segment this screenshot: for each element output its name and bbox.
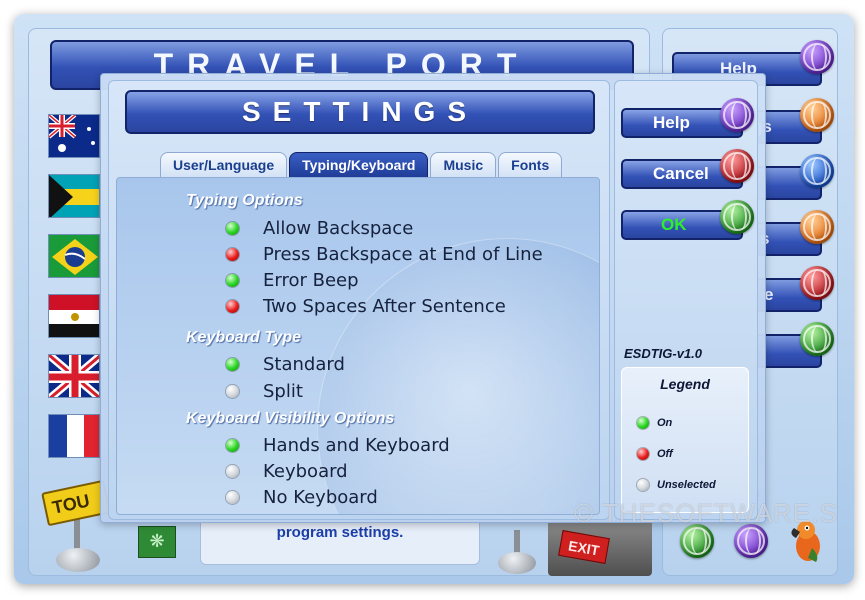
bahamas-flag-icon[interactable]: [48, 174, 100, 218]
seal-icon[interactable]: ❋: [138, 526, 176, 558]
option-label: Error Beep: [263, 269, 359, 291]
brazil-flag-icon[interactable]: [48, 234, 100, 278]
settings-title: SETTINGS: [125, 90, 595, 134]
legend-label: Off: [657, 448, 673, 460]
red-globe-icon[interactable]: [720, 149, 754, 183]
option-label: Press Backspace at End of Line: [263, 243, 543, 265]
option-label: Standard: [263, 353, 345, 375]
status-on-icon: [637, 417, 649, 429]
egypt-flag-icon[interactable]: [48, 294, 100, 338]
option-backspace-end-of-line[interactable]: Press Backspace at End of Line: [226, 243, 543, 265]
legend-off: Off: [637, 448, 673, 460]
option-keyboard[interactable]: Keyboard: [226, 460, 348, 482]
watermark: © THESOFTWARE.S: [574, 498, 838, 528]
status-unselected-icon[interactable]: [226, 384, 239, 398]
australia-flag-icon[interactable]: [48, 114, 100, 158]
status-unselected-icon: [637, 479, 649, 491]
status-on-icon[interactable]: [226, 273, 239, 287]
purple-globe-icon[interactable]: [720, 98, 754, 132]
status-on-icon[interactable]: [226, 221, 239, 235]
orange-globe-icon: [800, 98, 834, 132]
option-label: No Keyboard: [263, 486, 378, 508]
option-hands-and-keyboard[interactable]: Hands and Keyboard: [226, 434, 450, 456]
tour-sign-base: [56, 548, 100, 572]
legend-on: On: [637, 417, 672, 429]
bg-info-text: program settings.: [276, 524, 404, 541]
sign-base: [498, 552, 536, 574]
status-on-icon[interactable]: [226, 438, 239, 452]
tab-music[interactable]: Music: [430, 152, 497, 178]
tab-user-language[interactable]: User/Language: [160, 152, 288, 178]
option-label: Keyboard: [263, 460, 348, 482]
keyboard-visibility-heading: Keyboard Visibility Options: [186, 410, 395, 427]
settings-tabs: User/Language Typing/Keyboard Music Font…: [160, 152, 563, 178]
keyboard-type-heading: Keyboard Type: [186, 329, 301, 346]
france-flag-icon[interactable]: [48, 414, 100, 458]
orange-globe-icon-2: [800, 210, 834, 244]
status-off-icon: [637, 448, 649, 460]
option-error-beep[interactable]: Error Beep: [226, 269, 359, 291]
status-off-icon[interactable]: [226, 247, 239, 261]
option-label: Allow Backspace: [263, 217, 414, 239]
legend-title: Legend: [660, 376, 710, 392]
blue-globe-icon: [800, 154, 834, 188]
legend-label: Unselected: [657, 479, 716, 491]
tab-fonts[interactable]: Fonts: [498, 152, 563, 178]
green-globe-icon[interactable]: [720, 200, 754, 234]
option-allow-backspace[interactable]: Allow Backspace: [226, 217, 413, 239]
option-label: Two Spaces After Sentence: [263, 295, 506, 317]
option-label: Hands and Keyboard: [263, 434, 450, 456]
option-split[interactable]: Split: [226, 380, 303, 402]
typing-options-heading: Typing Options: [186, 192, 303, 209]
status-off-icon[interactable]: [226, 299, 239, 313]
status-unselected-icon[interactable]: [226, 464, 239, 478]
option-standard[interactable]: Standard: [226, 353, 345, 375]
red-globe-icon: [800, 266, 834, 300]
option-two-spaces[interactable]: Two Spaces After Sentence: [226, 295, 506, 317]
uk-flag-icon[interactable]: [48, 354, 100, 398]
status-on-icon[interactable]: [226, 357, 239, 371]
background-globe-graphic: [317, 238, 599, 514]
option-label: Split: [263, 380, 303, 402]
green-globe-icon: [800, 322, 834, 356]
clock-icon[interactable]: [734, 524, 768, 558]
green-globe-icon-2[interactable]: [680, 524, 714, 558]
legend-unselected: Unselected: [637, 479, 716, 491]
purple-globe-icon: [800, 40, 834, 74]
tab-typing-keyboard[interactable]: Typing/Keyboard: [289, 152, 429, 178]
status-unselected-icon[interactable]: [226, 490, 239, 504]
legend-label: On: [657, 417, 673, 429]
option-no-keyboard[interactable]: No Keyboard: [226, 486, 378, 508]
version-label: ESDTIG-v1.0: [624, 346, 703, 361]
